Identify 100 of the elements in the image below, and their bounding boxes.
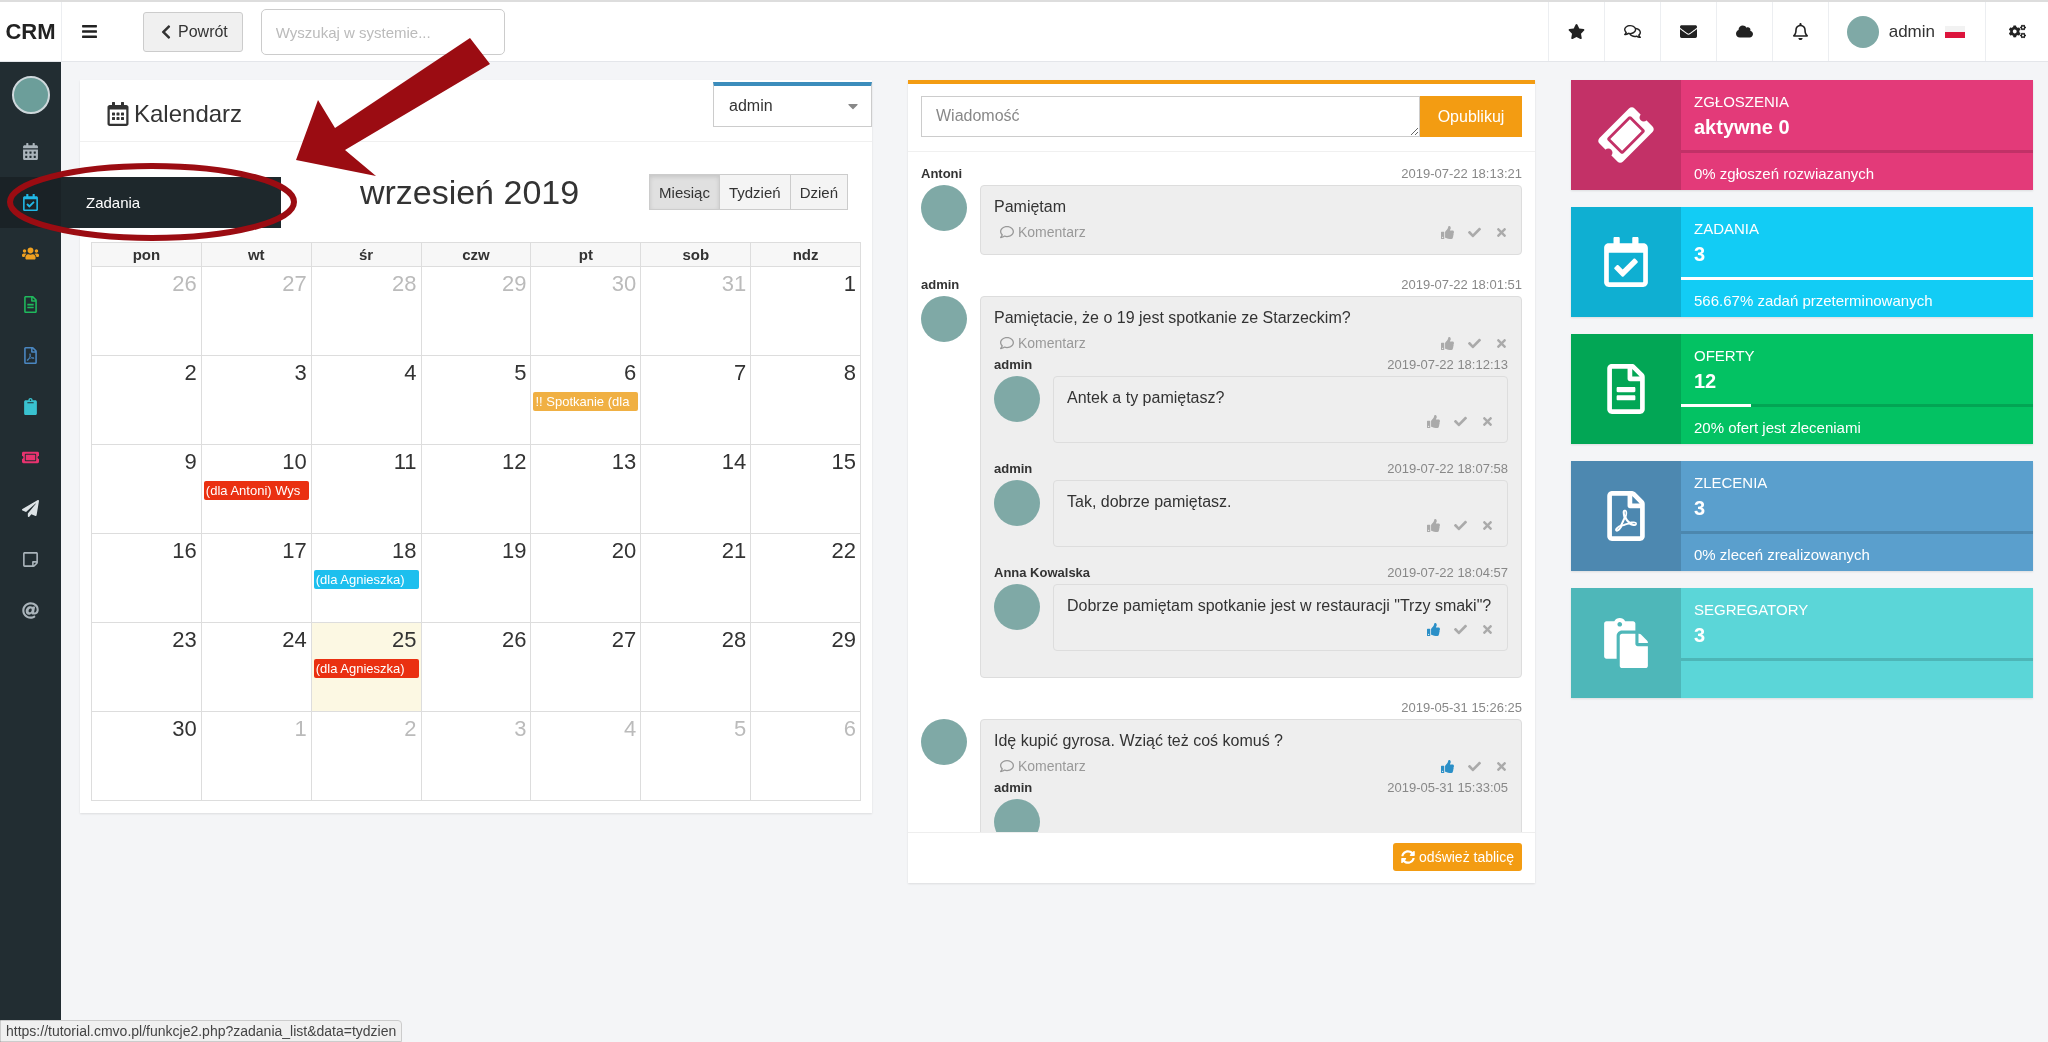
owner-select[interactable]: admin	[713, 82, 872, 127]
day-cell[interactable]: 2	[92, 356, 202, 445]
card-count: aktywne 0	[1693, 115, 1791, 140]
day-cell[interactable]: 17	[201, 534, 312, 623]
day-number: 8	[843, 360, 857, 386]
avatar	[994, 584, 1040, 630]
day-cell[interactable]: 21	[641, 534, 752, 623]
view-tab[interactable]: Dzień	[789, 174, 848, 210]
avatar	[994, 480, 1040, 526]
author-name: admin	[921, 277, 960, 292]
day-cell[interactable]: 18 (dla Agnieszka)	[311, 534, 422, 623]
post-time: 2019-07-22 18:01:51	[1401, 277, 1522, 292]
avatar	[921, 185, 967, 231]
day-number: 2	[404, 716, 418, 742]
post-time: 2019-07-22 18:04:57	[1387, 565, 1508, 580]
back-button[interactable]: Powrót	[143, 12, 243, 52]
thumbs-up-icon[interactable]	[1427, 415, 1440, 428]
close-icon[interactable]	[1495, 336, 1508, 350]
card-title: ZLECENIA	[1693, 473, 1769, 491]
close-icon[interactable]	[1481, 623, 1494, 636]
day-cell[interactable]: 27	[531, 623, 642, 712]
card-count: 3	[1693, 623, 1707, 648]
calendar-icon	[106, 102, 130, 126]
thumbs-up-icon[interactable]	[1441, 336, 1454, 350]
card-count: 3	[1693, 242, 1707, 267]
day-cell[interactable]: 20	[531, 534, 642, 623]
close-icon[interactable]	[1495, 225, 1508, 239]
message-text: Pamiętacie, że o 19 jest spotkanie ze Starzeckim?	[994, 309, 1352, 327]
calendar-event[interactable]: (dla Antoni) Wys	[203, 481, 309, 500]
message-field[interactable]: Wiadomość	[921, 96, 1420, 137]
author-name: admin	[994, 357, 1033, 372]
post-time: 2019-07-22 18:07:58	[1387, 461, 1508, 476]
check-icon[interactable]	[1468, 225, 1481, 239]
card-title: ZGŁOSZENIA	[1693, 92, 1791, 110]
day-cell[interactable]: 1	[751, 267, 861, 356]
check-icon[interactable]	[1468, 336, 1481, 350]
day-number: 18	[392, 538, 418, 564]
day-number: 16	[172, 538, 198, 564]
day-number: 4	[404, 360, 418, 386]
day-cell[interactable]: 5	[421, 356, 532, 445]
user-menu[interactable]: admin	[1827, 2, 1985, 61]
thumbs-up-icon[interactable]	[1427, 519, 1440, 532]
card-title: SEGREGATORY	[1693, 600, 1810, 618]
close-icon[interactable]	[1481, 415, 1494, 428]
panel-title: Kalendarz	[106, 100, 243, 128]
day-cell[interactable]: 16	[92, 534, 202, 623]
comment-icon	[1000, 225, 1014, 239]
day-cell[interactable]: 28	[641, 623, 752, 712]
close-icon[interactable]	[1481, 519, 1494, 532]
day-cell[interactable]: 11	[311, 445, 422, 534]
day-number: 14	[721, 449, 748, 475]
day-cell[interactable]: 9	[92, 445, 202, 534]
view-tab[interactable]: Miesiąc	[649, 174, 720, 210]
day-cell[interactable]: 13	[531, 445, 642, 534]
day-cell[interactable]: 19	[421, 534, 532, 623]
message-text: Tak, dobrze pamiętasz.	[1067, 493, 1233, 511]
close-icon[interactable]	[1495, 759, 1508, 773]
day-number: 12	[501, 449, 528, 475]
day-cell[interactable]: 8	[751, 356, 861, 445]
thumbs-up-icon[interactable]	[1441, 225, 1454, 239]
weekday-header: pt	[531, 242, 642, 267]
day-cell[interactable]: 7	[641, 356, 752, 445]
search-field[interactable]: Wyszukaj w systemie...	[260, 9, 505, 55]
day-number: 29	[501, 271, 528, 297]
day-cell[interactable]: 14	[641, 445, 752, 534]
day-cell[interactable]: 4	[311, 356, 422, 445]
day-cell[interactable]: 15	[751, 445, 861, 534]
post-time: 2019-07-22 18:13:21	[1401, 166, 1522, 181]
day-cell[interactable]: 12	[421, 445, 532, 534]
day-cell[interactable]: 26	[421, 623, 532, 712]
day-cell[interactable]: 30	[92, 712, 202, 801]
day-number: 13	[611, 449, 638, 475]
day-number: 1	[843, 271, 857, 297]
day-cell[interactable]: 23	[92, 623, 202, 712]
day-number: 28	[392, 271, 418, 297]
comment-icon	[1000, 336, 1014, 350]
message-text: Idę kupić gyrosa. Wziąć też coś komuś ?	[994, 732, 1284, 750]
day-cell[interactable]: 22	[751, 534, 861, 623]
calendar-event[interactable]: (dla Agnieszka)	[313, 659, 419, 678]
day-number: 6	[843, 716, 857, 742]
check-icon[interactable]	[1468, 759, 1481, 773]
day-cell[interactable]: 24	[201, 623, 312, 712]
day-cell[interactable]: 10 (dla Antoni) Wys	[201, 445, 312, 534]
day-cell[interactable]: 3	[201, 356, 312, 445]
brand-logo[interactable]: CRM	[0, 2, 61, 61]
stat-card[interactable]: ZGŁOSZENIA aktywne 0 0% zgłoszeń rozwiazanych	[1571, 80, 2033, 190]
calendar-check-icon	[1601, 237, 1651, 287]
day-cell[interactable]: 6 !! Spotkanie (dla	[531, 356, 642, 445]
card-subtitle: 20% ofert jest zleceniami	[1693, 418, 1862, 436]
thumbs-up-icon[interactable]	[1441, 759, 1454, 773]
check-icon[interactable]	[1454, 415, 1467, 428]
check-icon[interactable]	[1454, 623, 1467, 636]
view-tab[interactable]: Tydzień	[718, 174, 791, 210]
thumbs-up-icon[interactable]	[1427, 623, 1440, 636]
weekday-header: sob	[641, 242, 752, 267]
day-number: 25	[392, 627, 418, 653]
day-cell[interactable]: 29	[751, 623, 861, 712]
day-cell[interactable]: 25 (dla Agnieszka)	[311, 623, 422, 712]
check-icon[interactable]	[1454, 519, 1467, 532]
card-subtitle: 0% zleceń zrealizowanych	[1693, 545, 1871, 563]
